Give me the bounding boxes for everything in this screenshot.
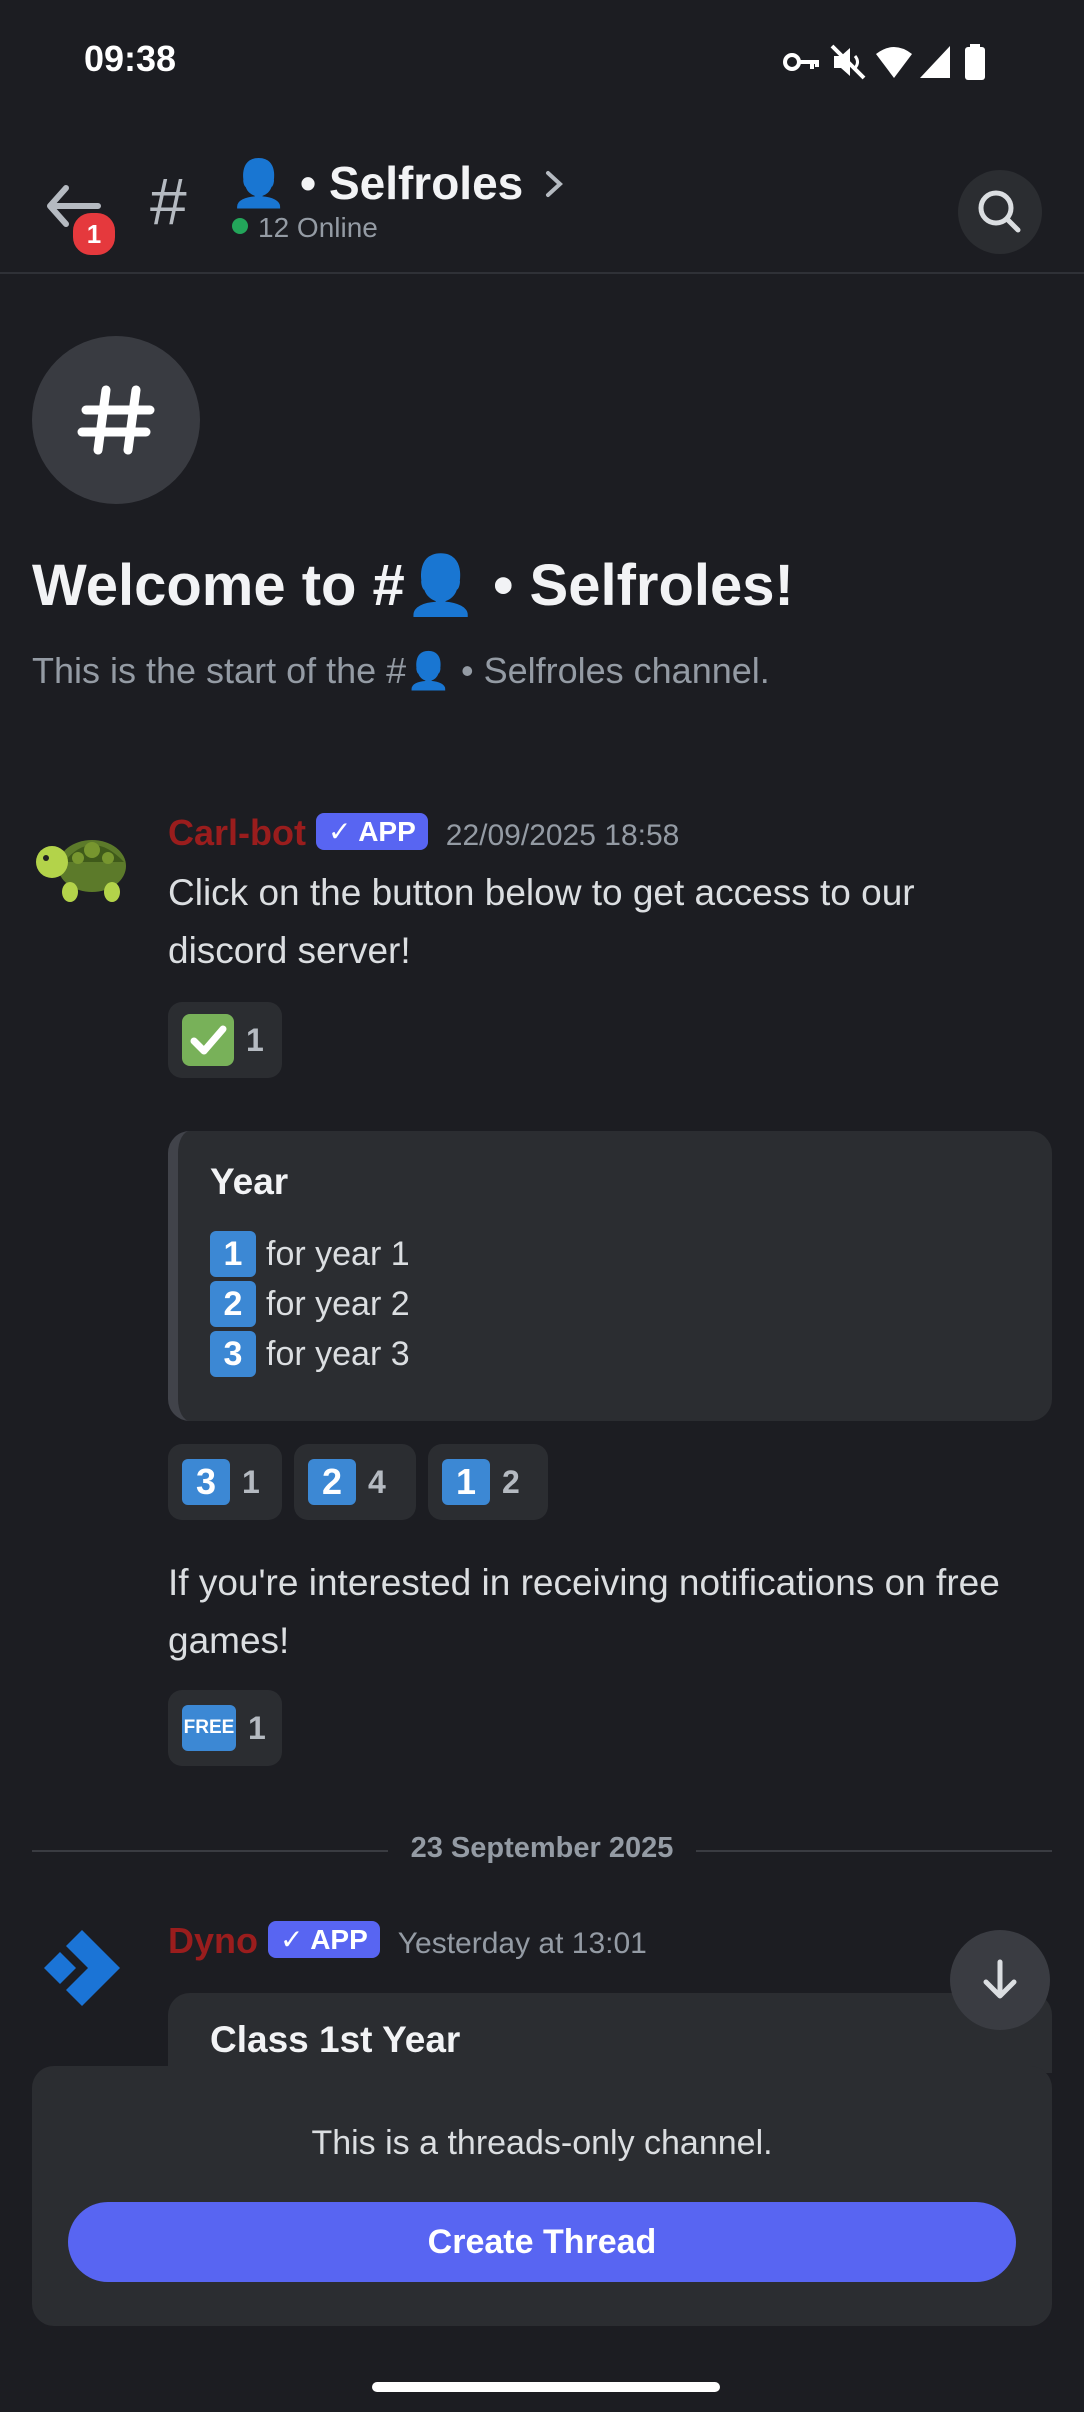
online-dot-icon bbox=[232, 218, 248, 234]
vpn-key-icon bbox=[783, 53, 819, 71]
embed-class: Class 1st Year bbox=[168, 1993, 1052, 2073]
embed-year: Year 1 for year 1 2 for year 2 3 for year 3 bbox=[168, 1131, 1052, 1421]
welcome-title: Welcome to #👤 • Selfroles! bbox=[32, 553, 794, 618]
reaction-count: 2 bbox=[502, 1463, 520, 1500]
embed-line-text: for year 1 bbox=[266, 1234, 410, 1273]
online-status: 12 Online bbox=[232, 212, 378, 244]
arrow-down-icon bbox=[983, 1959, 1017, 1999]
keycap-2-icon: 2 bbox=[308, 1459, 356, 1505]
welcome-subtitle: This is the start of the #👤 • Selfroles … bbox=[32, 650, 770, 691]
keycap-3-icon: 3 bbox=[210, 1331, 256, 1377]
chevron-right-icon bbox=[546, 171, 563, 197]
reaction-count: 4 bbox=[368, 1463, 386, 1500]
dyno-avatar[interactable] bbox=[36, 1922, 140, 2026]
battery-icon bbox=[965, 44, 985, 80]
reaction-keycap-2[interactable]: 2 4 bbox=[294, 1444, 416, 1520]
embed-title: Class 1st Year bbox=[210, 2019, 461, 2060]
dyno-logo-icon bbox=[44, 1930, 120, 2006]
channel-header: 1 # 👤 • Selfroles 12 Online bbox=[0, 120, 1084, 274]
online-count: 12 Online bbox=[258, 212, 378, 243]
home-indicator[interactable] bbox=[372, 2382, 720, 2392]
date-divider-text: 23 September 2025 bbox=[410, 1832, 674, 1864]
reaction-count: 1 bbox=[246, 1021, 264, 1058]
search-icon bbox=[978, 190, 1021, 233]
app-badge: ✓ APP bbox=[316, 813, 428, 850]
channel-name[interactable]: 👤 • Selfroles bbox=[230, 156, 566, 211]
check-mark-icon bbox=[182, 1014, 234, 1066]
embed-title: Year bbox=[210, 1161, 289, 1202]
reaction-check[interactable]: 1 bbox=[168, 1002, 282, 1078]
timestamp: Yesterday at 13:01 bbox=[397, 1927, 647, 1960]
threads-only-notice: This is a threads-only channel. bbox=[311, 2124, 773, 2162]
message-header: Carl-bot ✓ APP 22/09/2025 18:58 bbox=[168, 812, 679, 854]
keycap-3-icon: 3 bbox=[182, 1459, 230, 1505]
app-badge: ✓ APP bbox=[268, 1921, 380, 1958]
reaction-free[interactable]: FREE 1 bbox=[168, 1690, 282, 1766]
threads-only-panel: This is a threads-only channel. Create T… bbox=[32, 2066, 1052, 2326]
reaction-keycap-3[interactable]: 3 1 bbox=[168, 1444, 282, 1520]
hash-icon bbox=[77, 385, 155, 455]
embed-line: 1 for year 1 bbox=[210, 1231, 410, 1277]
embed-line-text: for year 2 bbox=[266, 1284, 410, 1323]
status-bar: 09:38 bbox=[0, 0, 1084, 120]
mute-icon bbox=[830, 44, 866, 80]
keycap-2-icon: 2 bbox=[210, 1281, 256, 1327]
timestamp: 22/09/2025 18:58 bbox=[445, 819, 680, 852]
wifi-icon bbox=[876, 47, 912, 78]
channel-hash-icon: # bbox=[150, 164, 187, 238]
status-time: 09:38 bbox=[84, 38, 177, 79]
channel-name-text: 👤 • Selfroles bbox=[230, 157, 524, 209]
embed-line: 2 for year 2 bbox=[210, 1281, 410, 1327]
keycap-1-icon: 1 bbox=[210, 1231, 256, 1277]
cellular-signal-icon bbox=[920, 46, 950, 78]
create-thread-button[interactable]: Create Thread bbox=[68, 2202, 1016, 2282]
embed-line: 3 for year 3 bbox=[210, 1331, 410, 1377]
reaction-count: 1 bbox=[248, 1709, 266, 1746]
author-name[interactable]: Carl-bot bbox=[168, 812, 306, 853]
message-header: Dyno ✓ APP Yesterday at 13:01 bbox=[168, 1920, 647, 1962]
search-button[interactable] bbox=[958, 170, 1042, 254]
date-divider: 23 September 2025 bbox=[32, 1830, 1052, 1870]
message-text: If you're interested in receiving notifi… bbox=[168, 1562, 1000, 1661]
reaction-keycap-1[interactable]: 1 2 bbox=[428, 1444, 548, 1520]
channel-avatar bbox=[32, 336, 200, 504]
turtle-icon bbox=[36, 840, 126, 902]
author-name[interactable]: Dyno bbox=[168, 1920, 258, 1961]
embed-line-text: for year 3 bbox=[266, 1334, 410, 1373]
notification-badge: 1 bbox=[70, 210, 118, 258]
free-icon: FREE bbox=[182, 1705, 236, 1751]
keycap-1-icon: 1 bbox=[442, 1459, 490, 1505]
message-text: Click on the button below to get access … bbox=[168, 872, 915, 971]
reaction-count: 1 bbox=[242, 1463, 260, 1500]
carl-bot-avatar[interactable] bbox=[30, 812, 134, 916]
jump-to-bottom-button[interactable] bbox=[950, 1930, 1050, 2030]
